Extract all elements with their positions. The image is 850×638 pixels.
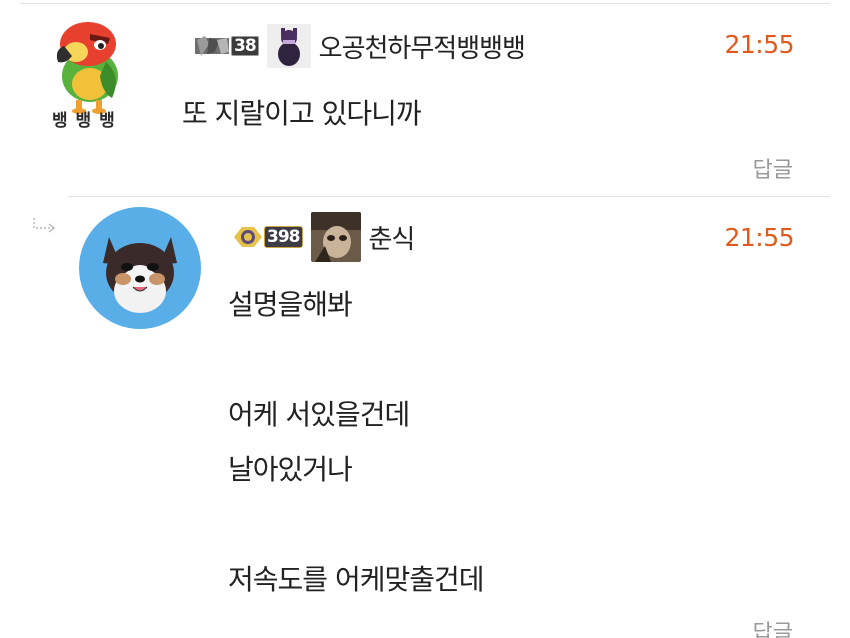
level-number: 38 bbox=[234, 36, 257, 56]
user-thumbnail[interactable] bbox=[266, 24, 311, 68]
level-plate: 398 bbox=[264, 226, 303, 248]
dog-icon bbox=[79, 207, 201, 329]
level-badge: 398 bbox=[232, 225, 303, 249]
user-thumbnail[interactable] bbox=[310, 212, 361, 262]
comment-time: 21:55 bbox=[724, 30, 794, 59]
dog-avatar[interactable] bbox=[79, 207, 201, 329]
comment-body: 또 지랄이고 있다니까 bbox=[182, 97, 422, 130]
avatar-caption: 뱅 뱅 뱅 bbox=[52, 111, 116, 131]
level-number: 398 bbox=[267, 227, 300, 247]
purple-character-icon bbox=[266, 24, 311, 68]
nickname[interactable]: 오공천하무적뱅뱅뱅 bbox=[319, 28, 526, 65]
reply-comment: 398 춘식 21:55 설명을해봐 어케 서있을건데 날아있거나 저속도를 어… bbox=[0, 197, 850, 638]
comment-body: 설명을해봐 어케 서있을건데 날아있거나 저속도를 어케맞출건데 bbox=[228, 288, 485, 596]
level-badge: 38 bbox=[193, 34, 259, 58]
level-emblem-icon bbox=[234, 227, 262, 247]
cat-photo-icon bbox=[310, 212, 361, 262]
comment: 뱅 뱅 뱅 38 오공천하무적뱅뱅뱅 21:55 또 지랄이고 있다니까 답글 bbox=[0, 0, 850, 196]
comment-time: 21:55 bbox=[724, 223, 794, 252]
reply-button[interactable]: 답글 bbox=[753, 152, 793, 184]
level-emblem-icon bbox=[195, 36, 229, 56]
nickname[interactable]: 춘식 bbox=[369, 219, 416, 256]
parrot-avatar[interactable]: 뱅 뱅 뱅 bbox=[36, 14, 148, 136]
comment-meta: 398 춘식 bbox=[232, 211, 416, 263]
reply-button[interactable]: 답글 bbox=[753, 615, 793, 638]
level-plate: 38 bbox=[231, 36, 259, 56]
reply-arrow-icon bbox=[33, 218, 56, 233]
comment-meta: 38 오공천하무적뱅뱅뱅 bbox=[193, 24, 526, 68]
